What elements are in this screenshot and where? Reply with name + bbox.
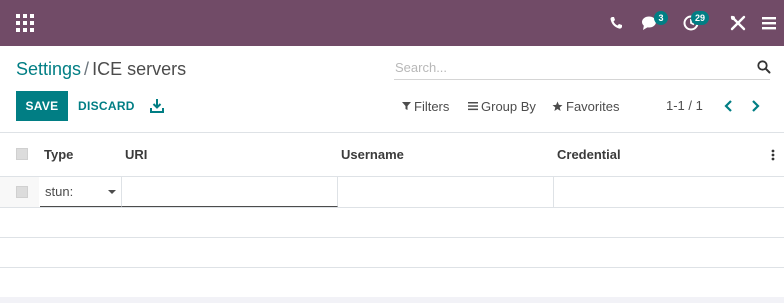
save-button[interactable]: SAVE: [16, 91, 68, 121]
download-icon[interactable]: [148, 97, 166, 115]
app-grid-icon[interactable]: [16, 14, 34, 32]
credential-cell[interactable]: [554, 177, 784, 207]
messages-count-badge: 3: [654, 11, 668, 25]
filters-label: Filters: [414, 98, 450, 114]
column-header-username[interactable]: Username: [341, 147, 404, 162]
uri-input[interactable]: [121, 177, 338, 207]
pager-value[interactable]: 1-1 / 1: [666, 98, 703, 113]
empty-row-divider: [0, 267, 784, 268]
chevron-down-icon: [108, 190, 116, 194]
group-by-button[interactable]: Group By: [468, 97, 536, 115]
select-all-checkbox[interactable]: [16, 148, 28, 160]
breadcrumb-separator: /: [84, 59, 90, 79]
menu-hamburger-icon[interactable]: [760, 14, 778, 32]
favorites-button[interactable]: Favorites: [552, 97, 619, 115]
list-top-divider: [0, 132, 784, 133]
column-header-uri[interactable]: URI: [125, 147, 147, 162]
filters-button[interactable]: Filters: [402, 97, 449, 115]
row-checkbox[interactable]: [16, 186, 28, 198]
empty-row-divider: [0, 237, 784, 238]
row-divider: [0, 207, 784, 208]
activities-count-badge: 29: [691, 11, 710, 25]
phone-icon[interactable]: [607, 14, 625, 32]
group-by-label: Group By: [481, 98, 536, 114]
search-icon[interactable]: [757, 60, 771, 74]
top-navbar: 3 29: [0, 0, 784, 46]
bottom-strip: [0, 297, 784, 303]
debug-tools-icon[interactable]: [729, 14, 747, 32]
breadcrumb-settings-link[interactable]: Settings: [16, 59, 81, 79]
breadcrumb: Settings / ICE servers: [16, 59, 186, 80]
optional-columns-icon[interactable]: [768, 148, 778, 162]
discard-button[interactable]: DISCARD: [72, 91, 141, 121]
favorites-label: Favorites: [566, 98, 620, 114]
column-header-credential[interactable]: Credential: [557, 147, 621, 162]
username-cell[interactable]: [338, 177, 554, 207]
column-header-type[interactable]: Type: [44, 147, 73, 162]
star-icon: [552, 101, 563, 111]
search-input[interactable]: [394, 56, 770, 80]
pager-previous-icon[interactable]: [721, 97, 737, 115]
group-by-icon: [468, 102, 478, 111]
pager-next-icon[interactable]: [747, 97, 763, 115]
breadcrumb-current: ICE servers: [92, 59, 187, 79]
filter-icon: [402, 102, 411, 110]
